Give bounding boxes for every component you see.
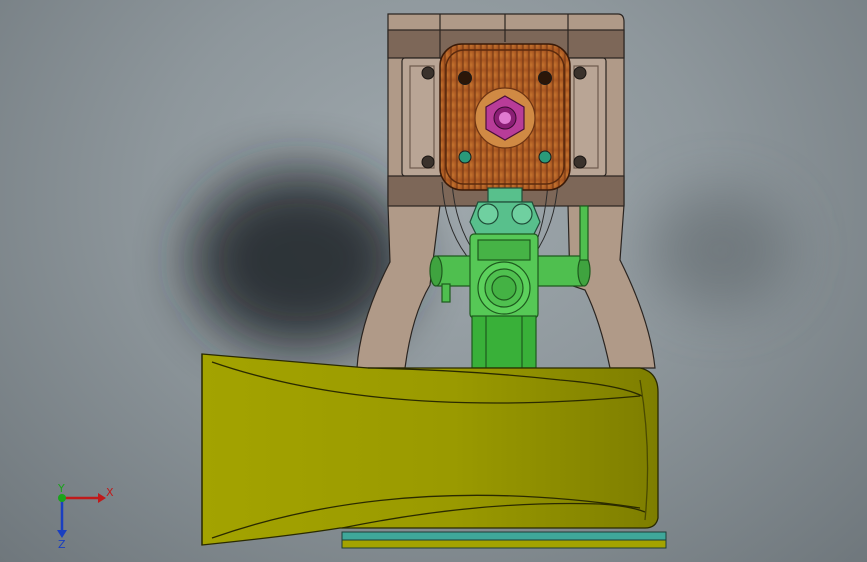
engine-cowl[interactable]: [201, 353, 659, 546]
y-axis-label: Y: [57, 482, 65, 495]
z-axis-arrow: [57, 498, 67, 538]
firewall-base-plate: [341, 531, 667, 549]
z-axis-label: Z: [58, 538, 66, 550]
glow-plug-nut[interactable]: [474, 87, 536, 149]
coordinate-triad: X Y Z: [57, 482, 114, 550]
engine-mount-tube[interactable]: [471, 315, 537, 369]
y-axis-dot: [58, 494, 66, 502]
x-axis-label: X: [106, 486, 114, 499]
x-axis-arrow: [62, 493, 106, 503]
cad-viewport[interactable]: X Y Z: [0, 0, 867, 562]
engine-assembly-model[interactable]: [0, 0, 867, 562]
